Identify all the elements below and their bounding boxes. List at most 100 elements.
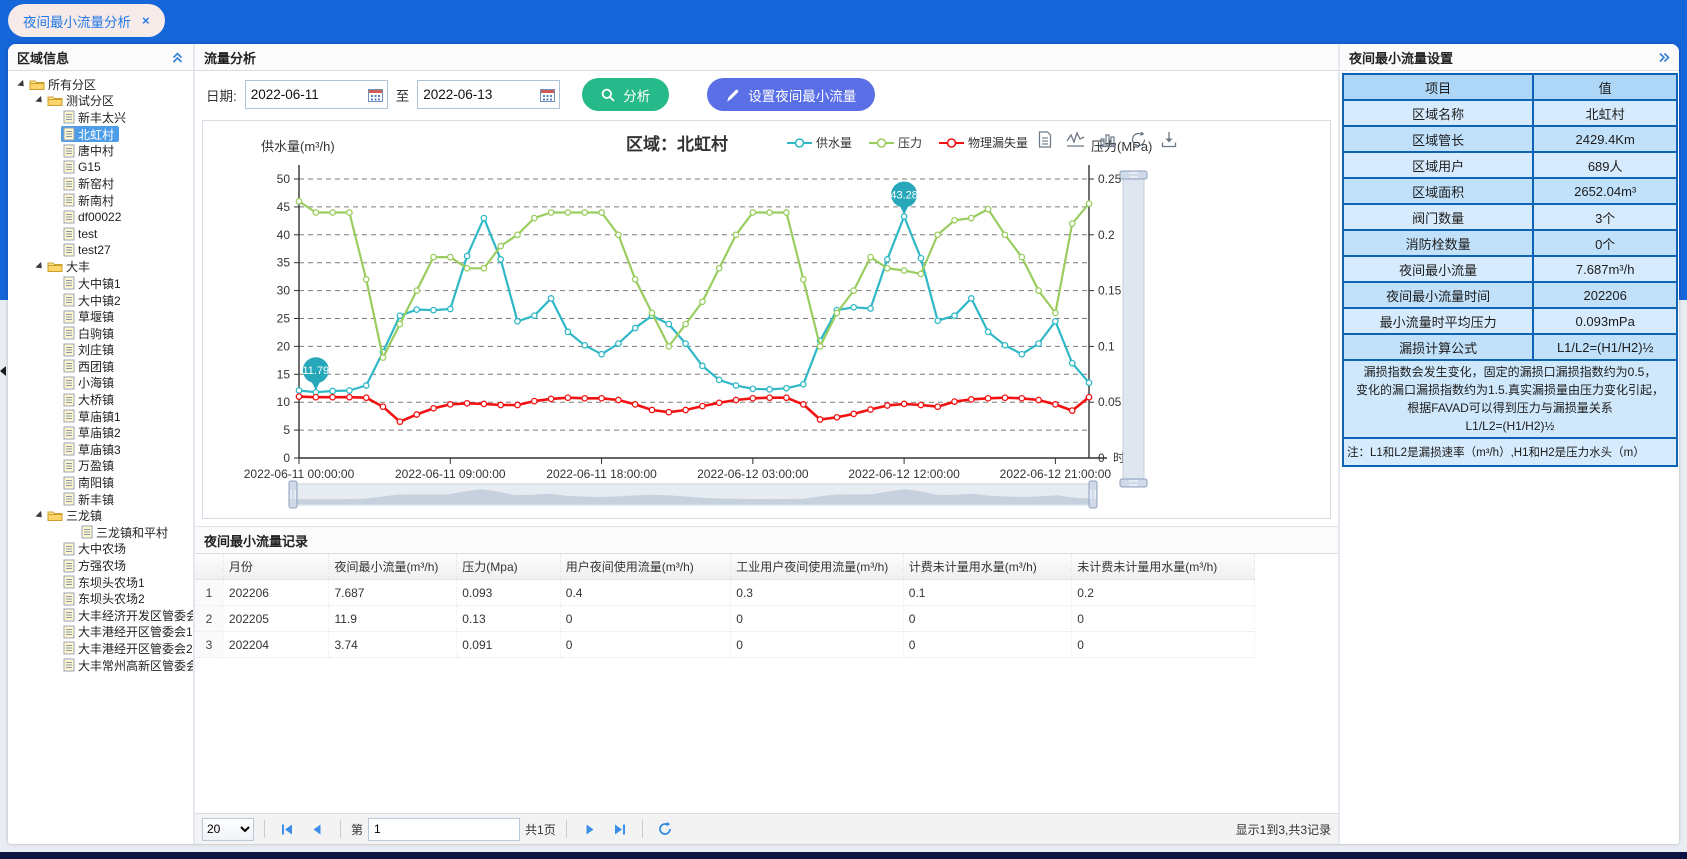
tree-node-草庙镇3[interactable]: 草庙镇3 [8, 441, 193, 458]
tree-node-小海镇[interactable]: 小海镇 [8, 375, 193, 392]
prev-page-icon[interactable] [305, 818, 330, 841]
date-to-input[interactable] [418, 87, 536, 102]
tree-node-东坝头农场1[interactable]: 东坝头农场1 [8, 574, 193, 591]
refresh-icon[interactable] [653, 818, 678, 841]
table-row[interactable]: 32022043.740.0910000 [195, 632, 1255, 658]
sidebar-collapse-arrow-icon[interactable] [0, 366, 6, 376]
tree-node-方强农场[interactable]: 方强农场 [8, 557, 193, 574]
tree-node-新丰太兴[interactable]: 新丰太兴 [8, 109, 193, 126]
tree-node-大中镇2[interactable]: 大中镇2 [8, 292, 193, 309]
pager-info: 显示1到3,共3记录 [1236, 821, 1331, 838]
tree-node-测试分区[interactable]: 测试分区 [8, 93, 193, 110]
tree-node-大丰[interactable]: 大丰 [8, 259, 193, 276]
tree-node-label: 南阳镇 [78, 474, 114, 491]
calendar-icon[interactable] [536, 81, 559, 108]
tab-close-icon[interactable]: × [142, 13, 150, 28]
expand-arrow-icon[interactable] [16, 82, 27, 87]
records-col-2[interactable]: 压力(Mpa) [457, 554, 561, 580]
tree-node-大中镇1[interactable]: 大中镇1 [8, 275, 193, 292]
chevron-double-right-icon[interactable] [1657, 51, 1670, 64]
tree-node-大丰港经开区管委会2[interactable]: 大丰港经开区管委会2 [8, 640, 193, 657]
next-page-icon[interactable] [577, 818, 602, 841]
tree-node-df00022[interactable]: df00022 [8, 209, 193, 226]
tree-node-唐中村[interactable]: 唐中村 [8, 142, 193, 159]
document-icon [63, 625, 75, 639]
tree-node-test[interactable]: test [8, 225, 193, 242]
first-page-icon[interactable] [275, 818, 300, 841]
svg-text:20: 20 [277, 339, 291, 353]
tree-node-大桥镇[interactable]: 大桥镇 [8, 391, 193, 408]
expand-arrow-icon[interactable] [34, 513, 45, 518]
tree-node-三龙镇[interactable]: 三龙镇 [8, 507, 193, 524]
document-icon [63, 227, 75, 241]
line-chart-icon[interactable] [1066, 131, 1085, 148]
document-icon [63, 608, 75, 622]
chevron-double-up-icon[interactable] [171, 51, 184, 64]
h-datazoom-slider[interactable] [289, 481, 1097, 508]
tree-node-草庙镇2[interactable]: 草庙镇2 [8, 424, 193, 441]
svg-text:0.2: 0.2 [1098, 228, 1115, 242]
datazoom-top-handle[interactable] [1120, 171, 1147, 179]
tree-node-万盈镇[interactable]: 万盈镇 [8, 458, 193, 475]
set-night-min-flow-button[interactable]: 设置夜间最小流量 [707, 78, 875, 111]
tab-night-min-flow[interactable]: 夜间最小流量分析 × [8, 4, 165, 37]
tree-node-大丰常州高新区管委会[interactable]: 大丰常州高新区管委会 [8, 657, 193, 674]
tree-node-东坝头农场2[interactable]: 东坝头农场2 [8, 590, 193, 607]
analyze-button[interactable]: 分析 [582, 78, 669, 111]
tree-node-北虹村[interactable]: 北虹村 [8, 126, 193, 143]
tree-node-刘庄镇[interactable]: 刘庄镇 [8, 342, 193, 359]
records-col-1[interactable]: 夜间最小流量(m³/h) [329, 554, 457, 580]
legend-item-pressure[interactable]: 压力 [869, 134, 922, 151]
records-col-5[interactable]: 计费未计量用水量(m³/h) [903, 554, 1071, 580]
restore-icon[interactable] [1130, 131, 1147, 148]
tree-node-label: 三龙镇 [66, 507, 102, 524]
records-cell: 3 [195, 632, 223, 658]
calendar-icon[interactable] [364, 81, 387, 108]
v-datazoom-slider[interactable] [1120, 171, 1147, 487]
tree-node-新窑村[interactable]: 新窑村 [8, 176, 193, 193]
records-col-0[interactable]: 月份 [223, 554, 329, 580]
expand-arrow-icon[interactable] [34, 264, 45, 269]
datazoom-right-handle[interactable] [1089, 481, 1097, 508]
folder-icon [47, 94, 63, 107]
legend-marker-icon [939, 137, 964, 149]
table-row[interactable]: 12022067.6870.0930.40.30.10.2 [195, 580, 1255, 606]
tree-node-草庙镇1[interactable]: 草庙镇1 [8, 408, 193, 425]
page-number-input[interactable] [368, 818, 520, 841]
tree-node-西团镇[interactable]: 西团镇 [8, 358, 193, 375]
expand-arrow-icon[interactable] [34, 98, 45, 103]
tree-node-草堰镇[interactable]: 草堰镇 [8, 308, 193, 325]
datazoom-left-handle[interactable] [289, 481, 297, 508]
records-col-4[interactable]: 工业用户夜间使用流量(m³/h) [731, 554, 904, 580]
tree-node-大丰港经开区管委会1[interactable]: 大丰港经开区管委会1 [8, 624, 193, 641]
records-cell: 0 [903, 606, 1071, 632]
date-from-input[interactable] [246, 87, 364, 102]
last-page-icon[interactable] [607, 818, 632, 841]
date-from-field[interactable] [245, 80, 388, 109]
tree-node-南阳镇[interactable]: 南阳镇 [8, 474, 193, 491]
tree-node-G15[interactable]: G15 [8, 159, 193, 176]
tree-node-大中农场[interactable]: 大中农场 [8, 541, 193, 558]
tree-node-所有分区[interactable]: 所有分区 [8, 76, 193, 93]
bar-chart-icon[interactable] [1099, 131, 1116, 148]
records-col-6[interactable]: 未计费未计量用水量(m³/h) [1072, 554, 1255, 580]
tree-node-白驹镇[interactable]: 白驹镇 [8, 325, 193, 342]
settings-row: 夜间最小流量时间202206 [1343, 282, 1677, 308]
svg-text:10: 10 [277, 395, 291, 409]
tree-node-新丰镇[interactable]: 新丰镇 [8, 491, 193, 508]
legend-label: 物理漏失量 [968, 134, 1028, 151]
tree-node-大丰经济开发区管委会[interactable]: 大丰经济开发区管委会 [8, 607, 193, 624]
date-to-field[interactable] [417, 80, 560, 109]
datazoom-bottom-handle[interactable] [1120, 479, 1147, 487]
page-size-select[interactable]: 20 [202, 818, 254, 841]
save-image-icon[interactable] [1161, 131, 1177, 148]
tree-node-三龙镇和平村[interactable]: 三龙镇和平村 [8, 524, 193, 541]
tree-node-test27[interactable]: test27 [8, 242, 193, 259]
tree-node-新南村[interactable]: 新南村 [8, 192, 193, 209]
table-row[interactable]: 220220511.90.130000 [195, 606, 1255, 632]
records-col-3[interactable]: 用户夜间使用流量(m³/h) [560, 554, 730, 580]
svg-text:45: 45 [277, 200, 291, 214]
data-view-icon[interactable] [1037, 131, 1052, 148]
legend-item-supply[interactable]: 供水量 [787, 134, 852, 151]
legend-item-leak[interactable]: 物理漏失量 [939, 134, 1028, 151]
